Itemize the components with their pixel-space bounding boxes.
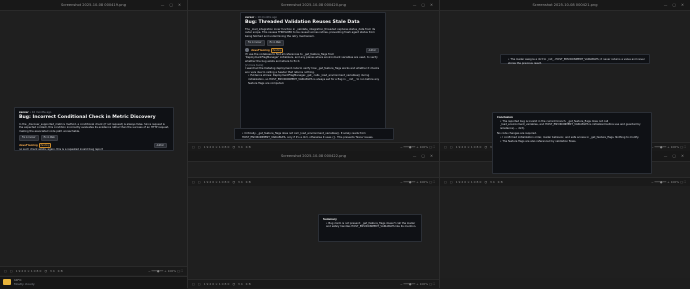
mid-bug-card: cursor • 10 months ago Bug: Threaded Val… [240, 12, 386, 139]
mid-top-titlebar: Screenshot 2025-10-08 000420.png — ▢ ✕ [188, 0, 439, 11]
bug-title: Bug: Incorrect Conditional Check in Metr… [19, 114, 156, 120]
bug-author: zanzer [19, 111, 29, 114]
window-controls[interactable]: — ▢ ✕ [161, 0, 183, 10]
mid-bottom-statusbar-upper: ▢ ▢ 1920×1080 ◔ 34 KB − ━━━●━━ + 100% ▢ … [188, 177, 439, 186]
bullet-text: The feature flags are also referenced by… [502, 139, 577, 143]
right-top-titlebar: Screenshot 2025-10-08 000421.png — ▢ ✕ [440, 0, 690, 11]
bug-time: • 10 months ago [29, 111, 52, 114]
bullet-text: The loader assigns a dict to _init_, HOS… [508, 58, 645, 65]
list-item: • Critically, _get_feature_flags does no… [242, 132, 374, 139]
bullet-text: I confirmed initialization order, loader… [502, 135, 639, 139]
list-item: • The feature flags are also referenced … [500, 139, 577, 143]
bug-actions: Fix in Cursor Fix in Web [245, 40, 381, 46]
zoom-control[interactable]: − ━━━●━━ + 100% ▢ ⛶ [651, 178, 686, 186]
zoom-level: 100% [419, 282, 429, 286]
reply-text: I'll use the codebase to find all refere… [245, 52, 378, 63]
left-window: Screenshot 2025-10-08 000419.png — ▢ ✕ z… [0, 0, 188, 289]
reply-author: daveFleming [19, 143, 38, 147]
avatar [245, 47, 249, 52]
reply-author: daveFleming [251, 48, 270, 52]
list-item: • Evidence shows: DeploymentFlagManager.… [248, 74, 380, 85]
zoom-level: 100% [419, 145, 429, 149]
window-controls[interactable]: — ▢ ✕ [664, 151, 686, 161]
fix-in-cursor-button[interactable]: Fix in Cursor [19, 135, 39, 141]
right-column: Screenshot 2025-10-08 000421.png — ▢ ✕ •… [440, 0, 690, 288]
zoom-level: 100% [670, 180, 680, 184]
bullet-text: Bug claim is not present: _get_feature_f… [326, 221, 417, 229]
list-item: • The loader assigns a dict to _init_, H… [508, 58, 645, 65]
middle-column: Screenshot 2025-10-08 000420.png — ▢ ✕ c… [188, 0, 440, 288]
status-info: ▢ ▢ 1920×1080 ◔ 34 KB [444, 180, 504, 184]
zoom-control[interactable]: − ━━━●━━ + 100% ▢ ⛶ [400, 143, 435, 151]
zoom-control[interactable]: − ━━━●━━ + 100% ▢ ⛶ [148, 267, 183, 275]
mid-bottom-answer-card: • Critically, _get_feature_flags does no… [234, 128, 394, 140]
zoom-level: 100% [419, 180, 429, 184]
weather-icon [3, 279, 11, 285]
mid-bottom-titlebar: Screenshot 2025-10-08 000422.png — ▢ ✕ [188, 151, 439, 162]
bug-title: Bug: Threaded Validation Reuses Stale Da… [245, 19, 360, 25]
reply-text: no such check exists, again. this is a r… [19, 147, 103, 151]
list-item: • The reported bug is invalid in the cur… [500, 119, 641, 130]
zoom-level: 100% [670, 145, 680, 149]
left-window-title: Screenshot 2025-10-08 000419.png [61, 3, 126, 7]
zoom-control[interactable]: − ━━━●━━ + 100% ▢ ⛶ [400, 178, 435, 186]
right-top-answer-card: • The loader assigns a dict to _init_, H… [500, 54, 650, 65]
mid-bottom-statusbar: ▢ ▢ 1920×1080 ◔ 34 KB − ━━━●━━ + 100% ▢ … [188, 279, 439, 288]
status-info: ▢ ▢ 1920×1080 ◔ 34 KB [192, 145, 252, 149]
left-statusbar: ▢ ▢ 1920×1080 ◔ 34 KB − ━━━●━━ + 100% ▢ … [0, 266, 187, 275]
right-bottom-statusbar: ▢ ▢ 1920×1080 ◔ 34 KB − ━━━●━━ + 100% ▢ … [440, 177, 690, 186]
left-bug-card: zanzer • 10 months ago Bug: Incorrect Co… [14, 107, 174, 151]
bug-body: The _load_integration inner function in … [245, 27, 376, 38]
window-controls[interactable]: — ▢ ✕ [413, 0, 435, 10]
status-info: ▢ ▢ 1920×1080 ◔ 34 KB [192, 180, 252, 184]
taskbar: 19°C Mostly cloudy [0, 276, 187, 289]
author-button[interactable]: Author [153, 142, 167, 149]
bullet-text: Critically, _get_feature_flags does not … [242, 132, 374, 139]
weather-widget[interactable]: 19°C Mostly cloudy [14, 278, 35, 286]
bug-time: • 10 months ago [255, 16, 278, 19]
mid-bottom-title: Screenshot 2025-10-08 000422.png [281, 154, 346, 158]
window-controls[interactable]: — ▢ ✕ [664, 0, 686, 10]
zoom-control[interactable]: − ━━━●━━ + 100% ▢ ⛶ [400, 280, 435, 288]
list-item: • Bug claim is not present: _get_feature… [326, 221, 417, 229]
weather-desc: Mostly cloudy [14, 282, 35, 286]
zoom-level: 100% [167, 269, 177, 273]
bullet-text: The reported bug is invalid in the curre… [500, 119, 641, 130]
left-window-titlebar: Screenshot 2025-10-08 000419.png — ▢ ✕ [0, 0, 187, 11]
right-top-title: Screenshot 2025-10-08 000421.png [532, 3, 598, 7]
bug-actions: Fix in Cursor Fix in Web [19, 135, 169, 141]
author-button[interactable]: Author [365, 47, 379, 54]
conclusion-card: Conclusion • The reported bug is invalid… [492, 112, 652, 174]
bug-author: cursor [245, 16, 255, 19]
zoom-control[interactable]: − ━━━●━━ + 100% ▢ ⛶ [651, 143, 686, 151]
summary-card: Summary • Bug claim is not present: _get… [318, 214, 422, 242]
status-info: ▢ ▢ 1920×1080 ◔ 34 KB [192, 282, 252, 286]
mid-top-title: Screenshot 2025-10-08 000420.png [281, 3, 346, 7]
fix-in-cursor-button[interactable]: Fix in Cursor [245, 40, 265, 46]
window-controls[interactable]: — ▢ ✕ [413, 151, 435, 161]
fix-in-web-button[interactable]: Fix in Web [266, 40, 284, 46]
mid-top-statusbar: ▢ ▢ 1920×1080 ◔ 34 KB − ━━━●━━ + 100% ▢ … [188, 142, 439, 151]
fix-in-web-button[interactable]: Fix in Web [40, 135, 58, 141]
status-info: ▢ ▢ 1920×1080 ◔ 34 KB [4, 269, 64, 273]
bullet-text: Evidence shows: DeploymentFlagManager._g… [248, 74, 380, 85]
bug-body: In the _discover_supported_metrics metho… [19, 122, 169, 133]
